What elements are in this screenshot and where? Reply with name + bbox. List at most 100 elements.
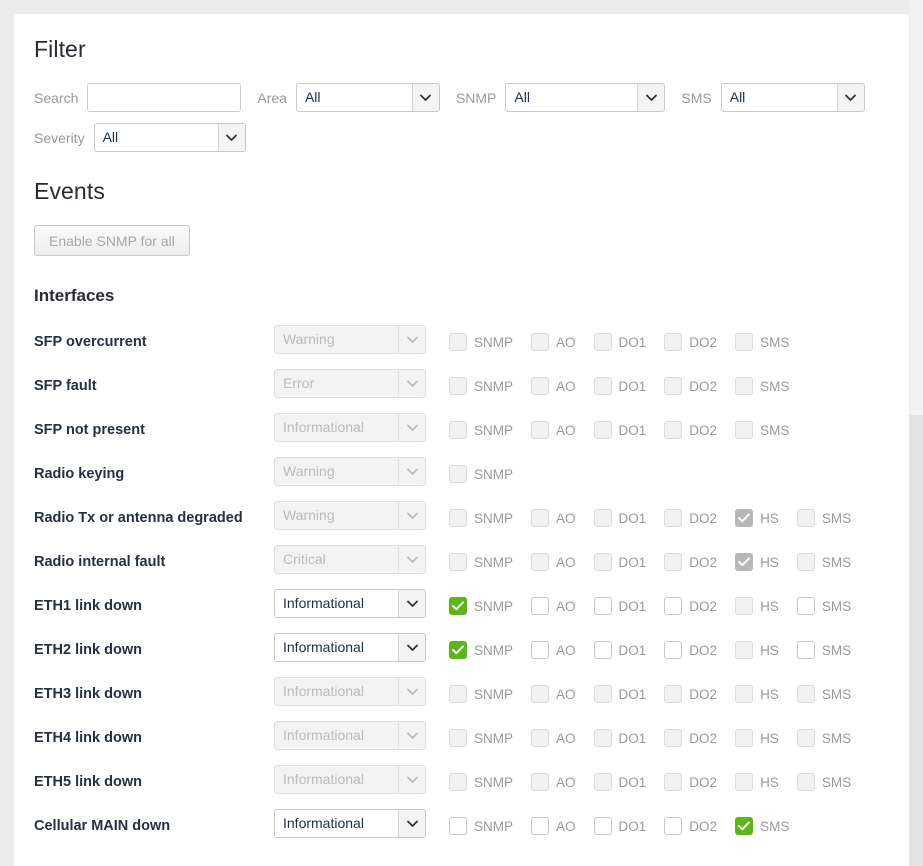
checkbox-do1 [593, 509, 612, 527]
checkbox-sms[interactable] [796, 641, 815, 659]
checkbox-item-do2[interactable]: DO2 [664, 597, 717, 615]
event-severity-select[interactable]: Informational [274, 589, 426, 618]
event-severity-select[interactable]: Informational [274, 633, 426, 662]
area-select[interactable]: All [295, 83, 440, 112]
checkbox-item-sms[interactable]: SMS [796, 597, 851, 615]
checkbox-label: DO1 [618, 642, 647, 658]
checkbox-label: DO1 [618, 598, 647, 614]
chevron-down-icon [836, 84, 864, 111]
checkbox-label: DO2 [689, 334, 718, 350]
checkbox-item-do1: DO1 [593, 333, 646, 351]
checkbox-do2 [664, 509, 683, 527]
checkbox-do1[interactable] [593, 817, 612, 835]
event-severity-cell: Warning [274, 501, 429, 535]
checkbox-label: SNMP [474, 554, 514, 570]
checkbox-item-ao[interactable]: AO [531, 641, 576, 659]
checkbox-item-snmp[interactable]: SNMP [449, 817, 513, 835]
checkbox-label: SMS [760, 422, 790, 438]
event-checkbox-group: SNMP AO DO1 DO2 SMS [449, 421, 789, 439]
checkbox-sms[interactable] [796, 597, 815, 615]
checkbox-sms[interactable] [735, 817, 754, 835]
checkbox-item-sms: SMS [796, 509, 851, 527]
checkbox-snmp[interactable] [449, 817, 467, 835]
checkbox-item-ao[interactable]: AO [531, 597, 576, 615]
checkbox-do1 [593, 553, 612, 571]
checkbox-do1[interactable] [593, 597, 612, 615]
checkbox-label: AO [556, 598, 576, 614]
checkbox-item-do2[interactable]: DO2 [664, 641, 717, 659]
content-card: Filter Search Area All SNMP All SMS All … [14, 14, 909, 866]
checkbox-item-hs: HS [735, 509, 779, 527]
checkbox-item-snmp[interactable]: SNMP [449, 597, 513, 615]
event-name: Cellular MAIN down [34, 818, 171, 834]
checkbox-item-do2: DO2 [664, 773, 717, 791]
event-severity-cell: Informational [274, 721, 429, 755]
checkbox-label: DO2 [689, 422, 718, 438]
chevron-down-icon [217, 124, 245, 151]
checkbox-do2[interactable] [664, 641, 683, 659]
enable-snmp-for-all-button[interactable]: Enable SNMP for all [34, 225, 190, 256]
page-scrollbar-track[interactable] [909, 0, 923, 866]
checkbox-label: SNMP [474, 730, 514, 746]
checkbox-label: DO2 [689, 378, 718, 394]
checkbox-do1 [593, 421, 612, 439]
snmp-select[interactable]: All [505, 83, 666, 112]
checkbox-snmp[interactable] [449, 597, 467, 615]
event-checkbox-group: SNMP AO DO1 DO2 SMS [449, 377, 789, 395]
filter-form: Search Area All SNMP All SMS All Severit… [34, 83, 889, 152]
event-row: SFP not present Informational SNMP AO DO1 DO2… [34, 408, 889, 452]
checkbox-do2 [664, 377, 683, 395]
checkbox-do2[interactable] [664, 597, 683, 615]
event-severity-select: Informational [274, 677, 426, 706]
checkbox-item-snmp: SNMP [449, 421, 513, 439]
checkbox-item-do1: DO1 [593, 773, 646, 791]
checkbox-item-hs: HS [735, 641, 779, 659]
checkbox-hs [735, 641, 754, 659]
event-name: ETH2 link down [34, 642, 142, 658]
checkbox-item-do1[interactable]: DO1 [593, 597, 647, 615]
checkbox-item-snmp: SNMP [449, 773, 513, 791]
checkbox-item-sms[interactable]: SMS [796, 641, 851, 659]
event-name: Radio internal fault [34, 554, 166, 570]
checkbox-do1 [593, 685, 612, 703]
event-name: SFP fault [34, 378, 97, 394]
checkbox-item-hs: HS [735, 729, 779, 747]
event-name: ETH1 link down [34, 598, 142, 614]
checkbox-item-ao[interactable]: AO [531, 817, 576, 835]
chevron-down-icon [398, 326, 425, 353]
checkbox-ao[interactable] [531, 641, 550, 659]
checkbox-ao[interactable] [531, 597, 550, 615]
event-severity-select: Informational [274, 765, 426, 794]
page-scrollbar-thumb[interactable] [909, 415, 923, 866]
event-severity-select: Informational [274, 721, 426, 750]
checkbox-item-do2[interactable]: DO2 [664, 817, 717, 835]
checkbox-item-snmp: SNMP [449, 465, 513, 483]
checkbox-label: AO [556, 686, 576, 702]
checkbox-item-snmp[interactable]: SNMP [449, 641, 513, 659]
event-severity-cell: Warning [274, 325, 429, 359]
checkbox-item-do1[interactable]: DO1 [593, 641, 647, 659]
checkbox-label: SMS [821, 774, 852, 790]
sms-select[interactable]: All [720, 83, 865, 112]
checkbox-snmp[interactable] [449, 641, 467, 659]
checkbox-item-ao: AO [531, 553, 576, 571]
checkbox-do2 [664, 421, 683, 439]
event-name: SFP not present [34, 422, 145, 438]
checkbox-do2 [664, 553, 683, 571]
checkbox-item-sms[interactable]: SMS [735, 817, 789, 835]
checkbox-item-ao: AO [531, 773, 576, 791]
checkbox-ao[interactable] [531, 817, 550, 835]
checkbox-do2[interactable] [664, 817, 683, 835]
checkbox-do1[interactable] [593, 641, 612, 659]
search-input[interactable] [87, 83, 242, 112]
event-severity-select[interactable]: Informational [274, 809, 426, 838]
severity-select[interactable]: All [93, 123, 246, 152]
checkbox-item-do1[interactable]: DO1 [593, 817, 646, 835]
events-section-title: Events [34, 178, 105, 204]
checkbox-snmp [449, 377, 467, 395]
severity-label: Severity [34, 129, 85, 146]
checkbox-item-snmp: SNMP [449, 729, 513, 747]
chevron-down-icon [398, 502, 425, 529]
checkbox-label: DO1 [618, 378, 647, 394]
chevron-down-icon [398, 722, 425, 749]
